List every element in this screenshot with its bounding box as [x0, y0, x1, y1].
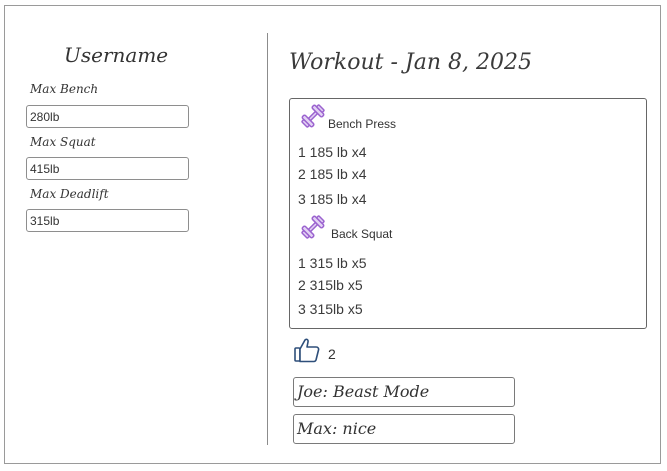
set-row: 1 315 lb x5	[298, 255, 367, 271]
exercise-list	[289, 98, 647, 329]
panel-divider	[267, 33, 268, 445]
set-row: 2 185 lb x4	[298, 166, 367, 182]
like-count: 2	[328, 346, 336, 362]
profile-username: Username	[64, 43, 169, 67]
dumbbell-icon	[301, 104, 325, 128]
exercise-name-back-squat: Back Squat	[331, 227, 393, 241]
set-row: 1 185 lb x4	[298, 144, 367, 160]
dumbbell-icon	[301, 215, 325, 239]
max-deadlift-label: Max Deadlift	[30, 187, 109, 201]
set-row: 3 315lb x5	[298, 301, 363, 317]
max-deadlift-field[interactable]	[26, 209, 189, 232]
exercise-name-bench-press: Bench Press	[328, 117, 397, 131]
thumbs-up-icon[interactable]	[293, 336, 321, 364]
max-bench-field[interactable]	[26, 105, 189, 128]
max-squat-label: Max Squat	[30, 135, 96, 149]
comment: Joe: Beast Mode	[293, 377, 515, 407]
set-row: 2 315lb x5	[298, 277, 363, 293]
set-row: 3 185 lb x4	[298, 191, 367, 207]
max-squat-field[interactable]	[26, 157, 189, 180]
max-bench-label: Max Bench	[30, 82, 99, 96]
workout-title: Workout - Jan 8, 2025	[289, 50, 532, 75]
comment: Max: nice	[293, 414, 515, 444]
